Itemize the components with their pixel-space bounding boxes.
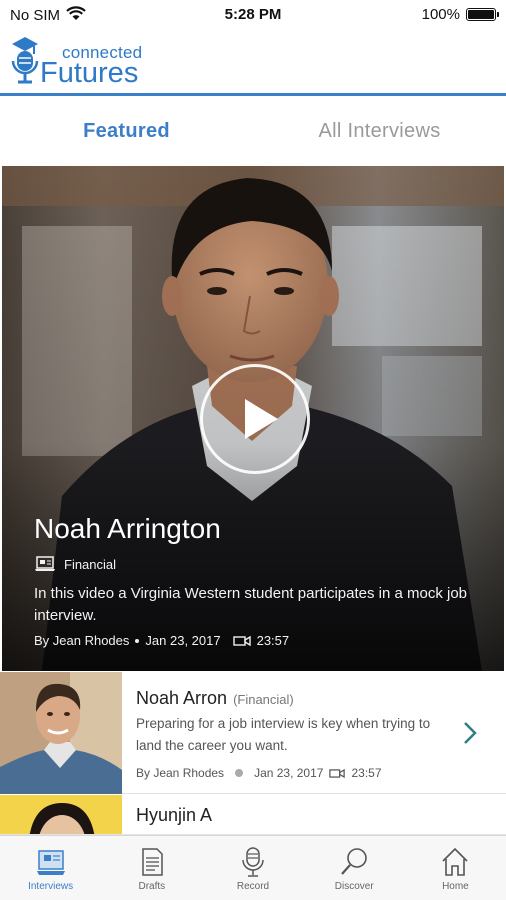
battery-icon [466, 8, 499, 21]
video-camera-icon [232, 635, 251, 646]
separator-dot [235, 769, 244, 777]
featured-category-label: Financial [64, 556, 117, 572]
list-item-thumbnail [0, 795, 122, 834]
list-item-description: Preparing for a job interview is key whe… [136, 716, 431, 753]
nav-home-label: Home [442, 881, 469, 892]
list-item[interactable]: Hyunjin A [0, 795, 506, 835]
nav-home[interactable]: Home [405, 836, 506, 900]
home-icon [442, 847, 468, 876]
video-camera-icon [329, 768, 346, 778]
record-icon [242, 847, 264, 877]
nav-discover[interactable]: Discover [304, 836, 405, 900]
app-header: connected Futures [0, 30, 506, 96]
tab-bar: Featured All Interviews [0, 99, 506, 163]
profile-photo [0, 672, 122, 794]
nav-record[interactable]: Record [202, 836, 303, 900]
status-bar: No SIM 5:28 PM 100% [0, 0, 506, 30]
list-item-name: Noah Arron [136, 688, 228, 708]
list-item-meta: By Jean Rhodes Jan 23, 2017 23:57 [136, 766, 382, 780]
list-item-thumbnail [0, 672, 122, 794]
list-item-category: (Financial) [233, 692, 294, 707]
list-item[interactable]: Noah Arron (Financial) Preparing for a jo… [0, 672, 506, 794]
laptop-icon [35, 556, 55, 571]
featured-author: By Jean Rhodes [34, 633, 130, 648]
tab-all-interviews[interactable]: All Interviews [253, 99, 506, 163]
featured-video-card[interactable]: Noah Arrington Financial In this video a… [2, 166, 504, 671]
list-item-name: Hyunjin A [136, 805, 213, 825]
interviews-icon [36, 850, 65, 875]
discover-icon [341, 848, 368, 875]
nav-interviews-label: Interviews [28, 881, 74, 892]
featured-duration: 23:57 [256, 633, 290, 648]
play-button[interactable] [200, 364, 310, 474]
nav-drafts-label: Drafts [138, 881, 166, 892]
nav-drafts[interactable]: Drafts [101, 836, 202, 900]
battery-label: 100% [421, 6, 460, 23]
nav-interviews[interactable]: Interviews [0, 836, 101, 900]
list-item-author: By Jean Rhodes [136, 766, 225, 780]
featured-category: Financial [34, 556, 116, 572]
tab-featured[interactable]: Featured [0, 99, 253, 163]
play-icon [245, 399, 278, 439]
separator-dot [135, 638, 140, 643]
profile-photo [0, 795, 122, 834]
featured-description: In this video a Virginia Western student… [34, 585, 468, 624]
list-item-duration: 23:57 [351, 766, 382, 780]
microphone-icon [11, 37, 39, 84]
bottom-nav: Interviews Drafts Record Discover Home [0, 835, 506, 900]
nav-discover-label: Discover [334, 881, 374, 892]
chevron-right-icon[interactable] [462, 720, 478, 746]
featured-meta: By Jean Rhodes Jan 23, 2017 23:57 [34, 633, 289, 648]
status-right: 100% [421, 6, 499, 23]
featured-date: Jan 23, 2017 [145, 633, 221, 648]
featured-name: Noah Arrington [34, 513, 221, 544]
drafts-icon [142, 848, 163, 876]
list-item-title: Noah Arron (Financial) [136, 688, 294, 709]
nav-record-label: Record [236, 881, 270, 892]
list-item-date: Jan 23, 2017 [254, 766, 324, 780]
logo-text-big: Futures [40, 57, 139, 89]
